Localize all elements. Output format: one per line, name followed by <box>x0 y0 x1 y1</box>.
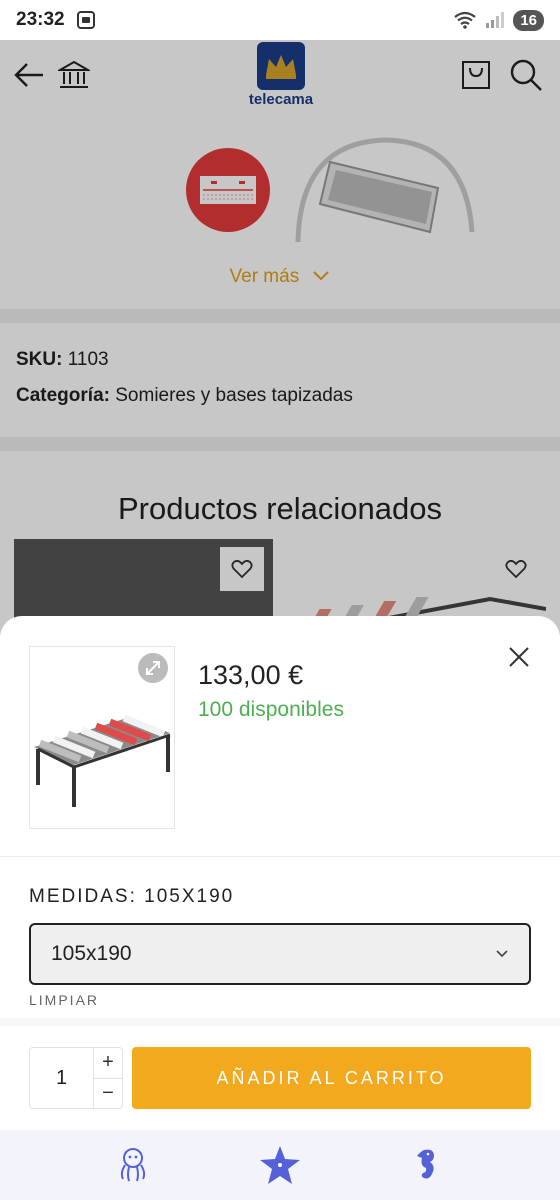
screenshot-icon <box>76 11 95 29</box>
close-icon[interactable] <box>506 644 532 670</box>
size-select-value: 105x190 <box>51 942 132 965</box>
status-time: 23:32 <box>16 9 65 30</box>
size-label: MEDIDAS: <box>29 886 137 907</box>
status-bar: 23:32 16 <box>0 0 560 40</box>
stock-status: 100 disponibles <box>198 698 344 721</box>
quantity-input[interactable]: 1 <box>30 1048 94 1108</box>
product-thumbnail[interactable] <box>29 646 175 829</box>
add-to-cart-button[interactable]: AÑADIR AL CARRITO <box>132 1047 531 1109</box>
quantity-stepper: 1 + − <box>29 1047 123 1109</box>
quantity-buttons: + − <box>94 1048 122 1108</box>
size-select[interactable]: 105x190 <box>29 923 531 985</box>
wifi-icon <box>454 11 476 29</box>
size-attribute-label: MEDIDAS: 105X190 <box>29 886 234 908</box>
signal-icon <box>486 12 505 28</box>
seahorse-icon[interactable] <box>405 1143 449 1187</box>
quantity-decrease-button[interactable]: − <box>94 1079 122 1109</box>
octopus-icon[interactable] <box>111 1143 155 1187</box>
size-selected-value: 105X190 <box>144 886 235 907</box>
product-price: 133,00 € <box>198 660 304 690</box>
battery-indicator: 16 <box>513 9 544 31</box>
add-to-cart-sheet: 133,00 € 100 disponibles MEDIDAS: 105X19… <box>0 616 560 1130</box>
bottom-nav <box>0 1130 560 1200</box>
expand-icon[interactable] <box>138 653 168 683</box>
clear-selection-link[interactable]: LIMPIAR <box>29 992 99 1008</box>
starfish-icon[interactable] <box>258 1143 302 1187</box>
quantity-increase-button[interactable]: + <box>94 1048 122 1079</box>
sheet-divider <box>0 856 560 857</box>
chevron-down-icon <box>496 950 508 958</box>
sheet-divider <box>0 1018 560 1026</box>
